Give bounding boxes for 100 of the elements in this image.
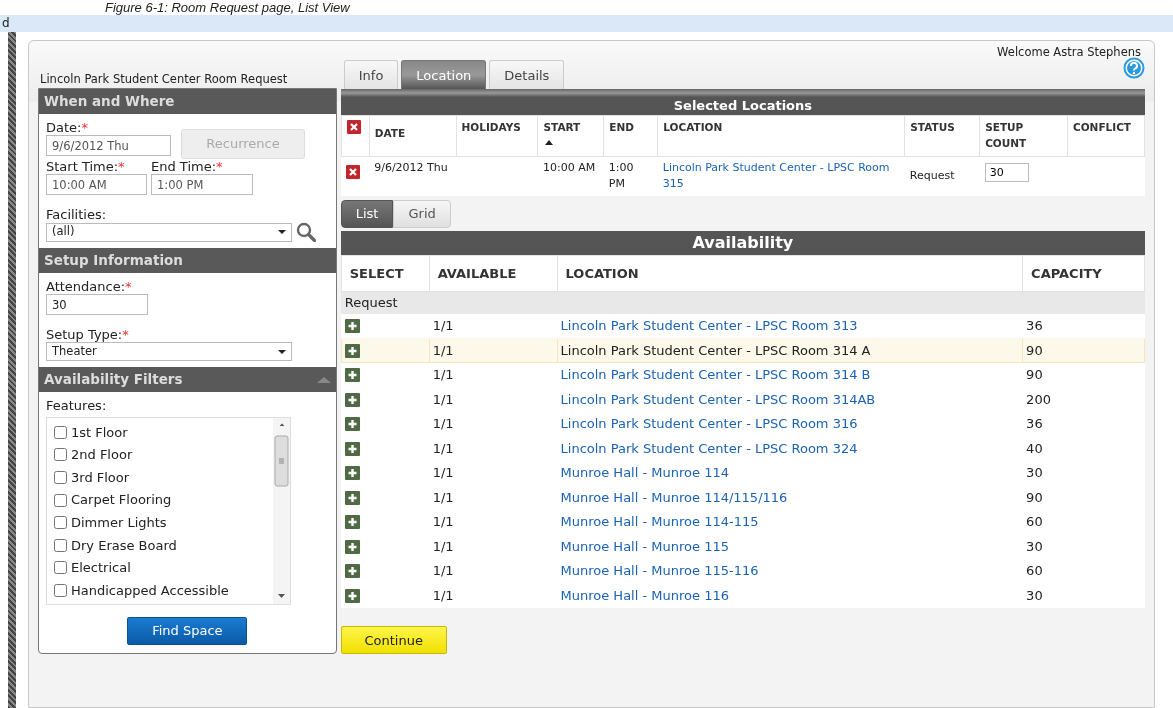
table-cell: 1/1 — [429, 313, 558, 339]
add-icon[interactable] — [344, 466, 360, 481]
location-link[interactable]: Munroe Hall - Munroe 114 — [560, 465, 729, 481]
table-cell: 9/6/2012 Thu — [369, 156, 457, 196]
table-row[interactable]: 1/1 Lincoln Park Student Center - LPSC Room 313 36 — [341, 313, 1145, 339]
table-title: Availability — [340, 230, 1145, 255]
add-icon[interactable] — [344, 343, 360, 358]
table-row[interactable]: 1/1 Munroe Hall - Munroe 115-116 60 — [341, 558, 1145, 584]
add-icon[interactable] — [344, 588, 360, 603]
table-title: Selected Locations — [340, 97, 1145, 115]
caret-icon — [278, 230, 286, 234]
dropdown[interactable]: Theater — [46, 342, 292, 361]
field-label: Attendance: — [46, 279, 126, 294]
table-row[interactable]: 1/1 Lincoln Park Student Center - LPSC Room 316 36 — [341, 411, 1145, 437]
table-cell: 1/1 — [429, 485, 558, 510]
input-field[interactable]: 1:00 PM — [151, 174, 253, 195]
dropdown[interactable]: (all) — [46, 222, 292, 242]
help-icon[interactable] — [1123, 57, 1145, 79]
table-cell: 1/1 — [429, 558, 558, 584]
checkbox[interactable] — [54, 561, 67, 575]
add-icon[interactable] — [344, 392, 360, 407]
table-cell: 90 — [1022, 362, 1145, 388]
view-toggle[interactable]: Grid — [393, 199, 451, 228]
column-header[interactable]: AVAILABLE — [429, 255, 558, 292]
tab[interactable]: Details — [489, 60, 565, 89]
input-field[interactable]: 30 — [984, 162, 1029, 182]
table-row[interactable]: 1/1 Munroe Hall - Munroe 114-115 60 — [341, 509, 1145, 535]
delete-icon[interactable] — [346, 164, 361, 179]
add-icon[interactable] — [344, 564, 360, 579]
tab[interactable]: Info — [343, 60, 399, 89]
table-cell: 40 — [1022, 436, 1145, 461]
table-cell: 90 — [1022, 485, 1145, 510]
table-cell: 90 — [1022, 338, 1145, 363]
table-cell: 200 — [1022, 387, 1145, 412]
add-icon[interactable] — [344, 490, 360, 505]
field-label: Facilities: — [46, 207, 107, 222]
delete-icon[interactable] — [346, 120, 361, 134]
table-row[interactable]: 1/1 Lincoln Park Student Center - LPSC Room 314AB 200 — [341, 387, 1145, 412]
checkbox-label: Electrical — [71, 559, 131, 578]
checkbox[interactable] — [54, 516, 67, 530]
checkbox[interactable] — [54, 448, 67, 462]
add-icon[interactable] — [344, 539, 360, 554]
continue-button[interactable]: Continue — [340, 626, 447, 655]
page-title: Lincoln Park Student Center Room Request — [40, 72, 288, 86]
checkbox-label: 2nd Floor — [71, 446, 133, 465]
required-mark: * — [118, 159, 125, 174]
location-link[interactable]: Munroe Hall - Munroe 116 — [560, 587, 729, 603]
table-row[interactable]: 1/1 Munroe Hall - Munroe 116 30 — [341, 583, 1145, 608]
table-row[interactable]: 1/1 Lincoln Park Student Center - LPSC Room 314 B 90 — [341, 362, 1145, 388]
field-label: Setup Type: — [46, 327, 123, 342]
checkbox-label: Dry Erase Board — [71, 536, 177, 555]
table-cell: 36 — [1022, 313, 1145, 339]
checkbox[interactable] — [54, 471, 67, 484]
search-icon[interactable] — [296, 222, 316, 242]
location-link[interactable]: Lincoln Park Student Center - LPSC Room 315 — [662, 159, 900, 193]
column-header[interactable]: CAPACITY — [1022, 255, 1145, 292]
view-toggle[interactable]: List — [340, 199, 394, 228]
location-link[interactable]: Munroe Hall - Munroe 114/115/116 — [560, 489, 788, 505]
table-cell: 36 — [1022, 411, 1145, 437]
input-field[interactable]: 10:00 AM — [46, 174, 147, 195]
welcome-text: Welcome Astra Stephens — [997, 45, 1141, 59]
field-label: Date: — [46, 120, 82, 135]
location-link[interactable]: Lincoln Park Student Center - LPSC Room 314AB — [560, 391, 876, 407]
location-link[interactable]: Lincoln Park Student Center - LPSC Room 324 — [560, 440, 858, 456]
add-icon[interactable] — [344, 417, 360, 432]
field-label: Features: — [46, 398, 108, 413]
location-link[interactable]: Munroe Hall - Munroe 115-116 — [560, 563, 759, 579]
checkbox[interactable] — [54, 493, 67, 507]
checkbox[interactable] — [54, 538, 67, 552]
input-field[interactable]: 30 — [46, 294, 148, 315]
table-row[interactable]: 1/1 Munroe Hall - Munroe 114/115/116 90 — [341, 485, 1145, 510]
find-space-button[interactable]: Find Space — [127, 617, 248, 645]
section-title: Availability Filters — [44, 370, 183, 390]
add-icon[interactable] — [344, 441, 360, 456]
location-link[interactable]: Lincoln Park Student Center - LPSC Room 314 B — [560, 367, 871, 383]
table-row[interactable]: 1/1 Lincoln Park Student Center - LPSC Room 324 40 — [341, 436, 1145, 461]
add-icon[interactable] — [344, 368, 360, 383]
checkbox-label: Handicapped Accessible — [71, 581, 229, 600]
checkbox-label: 1st Floor — [71, 423, 128, 442]
figure-caption: Figure 6-1: Room Request page, List View — [105, 0, 350, 15]
table-cell: 1/1 — [429, 583, 558, 608]
checkbox[interactable] — [54, 425, 67, 439]
field-label: End Time: — [151, 159, 217, 174]
add-icon[interactable] — [344, 515, 360, 530]
location-link[interactable]: Lincoln Park Student Center - LPSC Room 316 — [560, 416, 858, 432]
table-row[interactable]: 1/1 Munroe Hall - Munroe 114 30 — [341, 460, 1145, 486]
table-cell: 1/1 — [429, 362, 558, 388]
location-link[interactable]: Munroe Hall - Munroe 115 — [560, 538, 729, 554]
table-cell: 1/1 — [429, 460, 558, 486]
checkbox[interactable] — [54, 583, 67, 597]
input-field[interactable]: 9/6/2012 Thu — [46, 135, 171, 156]
location-link[interactable]: Munroe Hall - Munroe 114-115 — [560, 514, 759, 530]
location-link[interactable]: Lincoln Park Student Center - LPSC Room 313 — [560, 318, 858, 334]
add-icon[interactable] — [344, 319, 360, 334]
table-cell: 1/1 — [429, 534, 558, 559]
table-row[interactable]: 1/1 Munroe Hall - Munroe 115 30 — [341, 534, 1145, 559]
column-header[interactable]: LOCATION — [557, 255, 1023, 292]
column-header[interactable]: SELECT — [341, 255, 430, 292]
caret-icon — [278, 349, 286, 354]
table-cell: 60 — [1022, 509, 1145, 535]
